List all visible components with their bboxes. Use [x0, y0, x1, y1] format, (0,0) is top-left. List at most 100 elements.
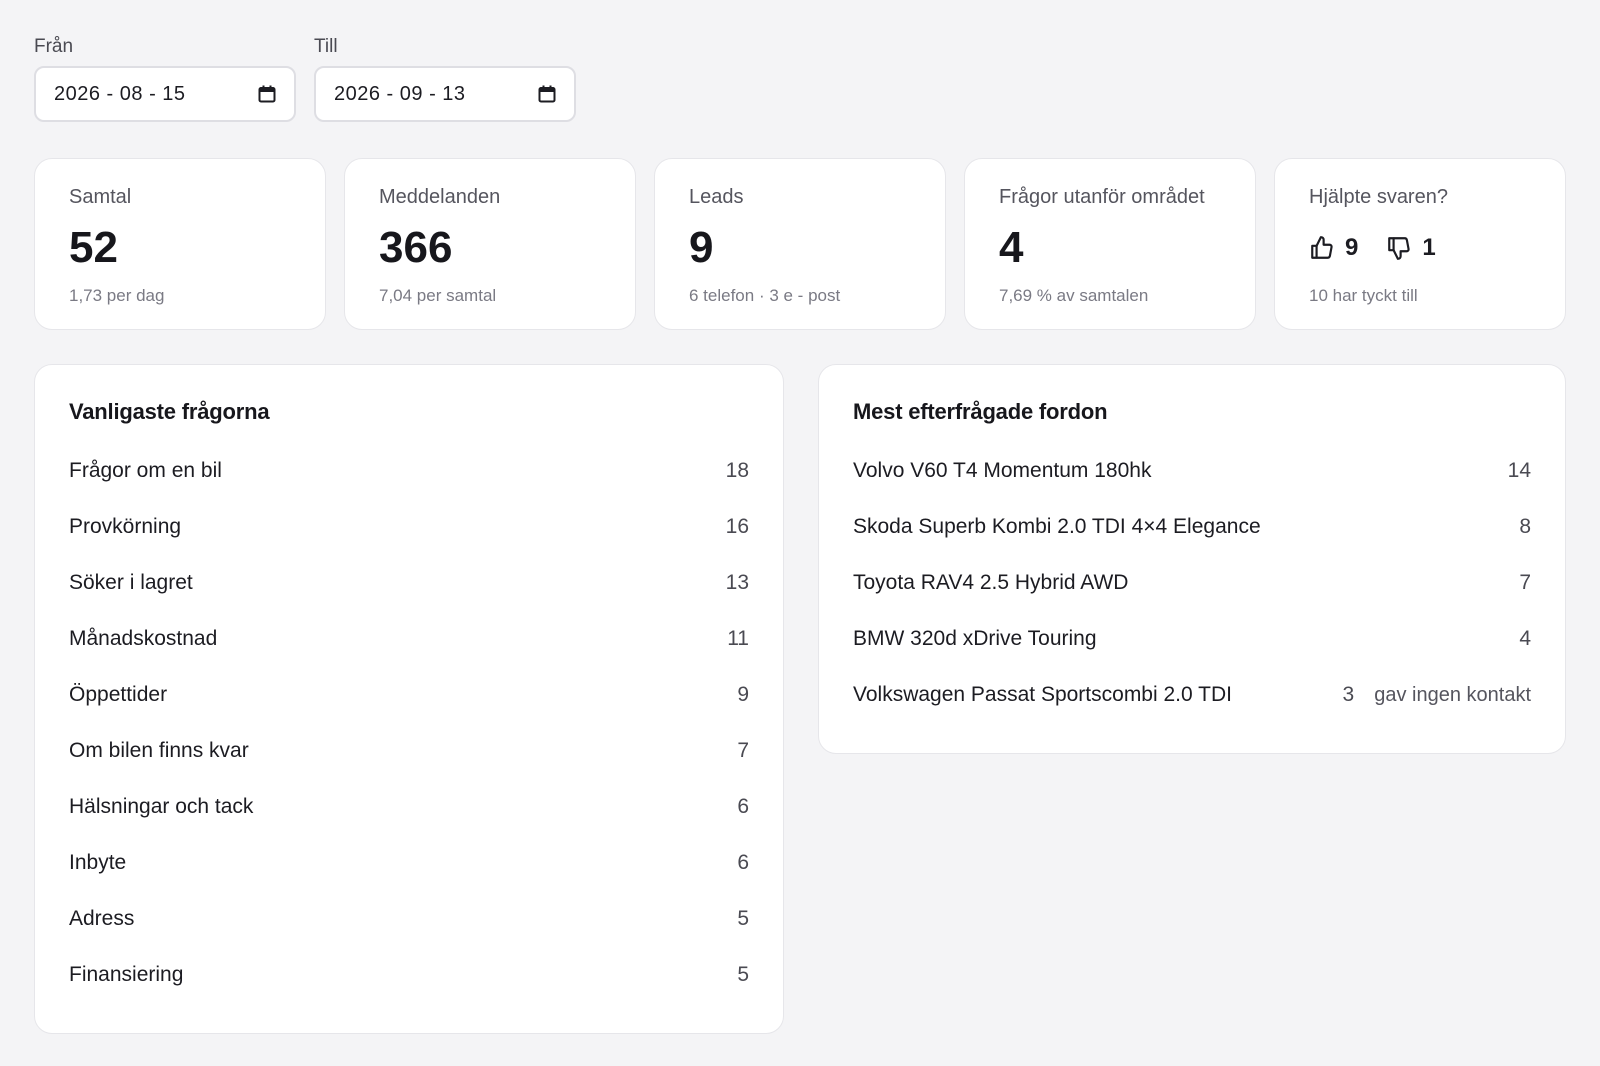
list-item: Adress 5 [69, 891, 749, 947]
list-item-count: 5 [737, 907, 749, 930]
stat-card-messages: Meddelanden 366 7,04 per samtal [344, 158, 636, 330]
list-item-label: Inbyte [69, 851, 127, 874]
stat-label: Frågor utanför området [999, 186, 1205, 208]
list-item-right: 6 [737, 851, 749, 875]
list-item-label: Finansiering [69, 963, 184, 986]
list-item-right: 16 [726, 515, 749, 539]
common-questions-panel: Vanligaste frågorna Frågor om en bil 18 Pr… [34, 364, 784, 1034]
vehicles-list: Volvo V60 T4 Momentum 180hk 14 Skoda Super… [853, 443, 1531, 723]
list-item: Månadskostnad 11 [69, 611, 749, 667]
list-item: Inbyte 6 [69, 835, 749, 891]
stat-sub: 7,04 per samtal [379, 286, 497, 305]
list-item-label: Volvo V60 T4 Momentum 180hk [853, 459, 1152, 482]
list-item-label: Öppettider [69, 683, 168, 706]
list-item-label: Månadskostnad [69, 627, 218, 650]
date-filters: Från 2026 - 08 - 15 Till 2026 - 09 - 13 [34, 36, 576, 122]
stat-value: 4 [999, 223, 1024, 272]
stat-sub: 6 telefon · 3 e - post [689, 286, 841, 305]
helpful-votes: 9 1 [1309, 223, 1531, 273]
list-item-label: Hälsningar och tack [69, 795, 254, 818]
list-item-label: BMW 320d xDrive Touring [853, 627, 1097, 650]
calendar-icon[interactable] [258, 85, 276, 103]
from-date-input[interactable]: 2026 - 08 - 15 [34, 66, 296, 122]
list-item-count: 16 [725, 515, 749, 538]
from-filter: Från 2026 - 08 - 15 [34, 36, 296, 122]
list-item-right: 5 [737, 907, 749, 931]
list-item-right: 11 [727, 627, 749, 651]
list-item-count: 6 [737, 851, 749, 874]
list-item-label: Om bilen finns kvar [69, 739, 249, 762]
list-item-right: 4 [1519, 627, 1531, 651]
stat-label: Meddelanden [379, 186, 501, 208]
list-item-right: 8 [1519, 515, 1531, 539]
list-item-right: 13 [726, 571, 749, 595]
helpful-down-count: 1 [1422, 234, 1436, 261]
stat-sub: 10 har tyckt till [1309, 286, 1418, 305]
list-item-label: Adress [69, 907, 135, 930]
stat-card-calls: Samtal 52 1,73 per dag [34, 158, 326, 330]
list-item: Finansiering 5 [69, 947, 749, 1003]
stat-label: Hjälpte svaren? [1309, 186, 1448, 208]
list-item-count: 3 [1342, 683, 1355, 706]
stat-label: Samtal [69, 186, 132, 208]
stat-card-helpful: Hjälpte svaren? 9 1 10 har tyckt till [1274, 158, 1566, 330]
list-item: Volvo V60 T4 Momentum 180hk 14 [853, 443, 1531, 499]
stat-cards: Samtal 52 1,73 per dag Meddelanden 366 7… [34, 158, 1566, 330]
list-item-count: 18 [725, 459, 749, 482]
stat-card-out-of-scope: Frågor utanför området 4 7,69 % av samta… [964, 158, 1256, 330]
list-item-count: 14 [1507, 459, 1531, 482]
list-item: Söker i lagret 13 [69, 555, 749, 611]
panel-title: Mest efterfrågade fordon [853, 399, 1108, 424]
list-item-right: 9 [737, 683, 749, 707]
list-item-right: 7 [1519, 571, 1531, 595]
list-item: Volkswagen Passat Sportscombi 2.0 TDI 3 ga… [853, 667, 1531, 723]
stat-label: Leads [689, 186, 744, 208]
list-item: Hälsningar och tack 6 [69, 779, 749, 835]
list-item-right: 3 gav ingen kontakt [1343, 683, 1531, 707]
list-item: Om bilen finns kvar 7 [69, 723, 749, 779]
list-item-count: 13 [725, 571, 749, 594]
to-label: Till [314, 36, 338, 57]
list-item-label: Skoda Superb Kombi 2.0 TDI 4×4 Elegance [853, 515, 1261, 538]
list-item-label: Volkswagen Passat Sportscombi 2.0 TDI [853, 683, 1232, 706]
from-date-value: 2026 - 08 - 15 [54, 82, 186, 105]
helpful-up-count: 9 [1345, 234, 1359, 261]
stat-sub: 1,73 per dag [69, 286, 165, 305]
list-item: Frågor om en bil 18 [69, 443, 749, 499]
calendar-icon[interactable] [538, 85, 556, 103]
to-filter: Till 2026 - 09 - 13 [314, 36, 576, 122]
list-item-right: 6 [737, 795, 749, 819]
list-item-count: 4 [1519, 627, 1531, 650]
list-item: Toyota RAV4 2.5 Hybrid AWD 7 [853, 555, 1531, 611]
list-item-right: 18 [726, 459, 749, 483]
list-item-right: 14 [1508, 459, 1531, 483]
list-item-label: Provkörning [69, 515, 182, 538]
stat-card-leads: Leads 9 6 telefon · 3 e - post [654, 158, 946, 330]
stat-value: 9 [689, 223, 714, 272]
list-item: Skoda Superb Kombi 2.0 TDI 4×4 Elegance 8 [853, 499, 1531, 555]
list-item-label: Söker i lagret [69, 571, 193, 594]
panel-title: Vanligaste frågorna [69, 399, 270, 424]
list-item-count: 8 [1519, 515, 1531, 538]
list-item: Provkörning 16 [69, 499, 749, 555]
list-item: Öppettider 9 [69, 667, 749, 723]
top-vehicles-panel: Mest efterfrågade fordon Volvo V60 T4 Mo… [818, 364, 1566, 754]
list-item-right: 7 [737, 739, 749, 763]
list-item: BMW 320d xDrive Touring 4 [853, 611, 1531, 667]
stat-value: 366 [379, 223, 453, 272]
list-item-note: gav ingen kontakt [1374, 683, 1531, 706]
list-item-count: 7 [1519, 571, 1531, 594]
from-label: Från [34, 36, 74, 57]
list-item-label: Frågor om en bil [69, 459, 222, 482]
list-item-count: 9 [737, 683, 749, 706]
thumbs-down-icon [1388, 237, 1411, 260]
stat-sub: 7,69 % av samtalen [999, 286, 1149, 305]
thumbs-up-icon [1311, 236, 1333, 259]
list-item-label: Toyota RAV4 2.5 Hybrid AWD [853, 571, 1129, 594]
list-item-count: 11 [727, 627, 749, 650]
list-item-right: 5 [737, 963, 749, 987]
to-date-value: 2026 - 09 - 13 [334, 82, 466, 105]
stat-value: 52 [69, 223, 118, 272]
questions-list: Frågor om en bil 18 Provkörning 16 Söker i l… [69, 443, 749, 1003]
to-date-input[interactable]: 2026 - 09 - 13 [314, 66, 576, 122]
